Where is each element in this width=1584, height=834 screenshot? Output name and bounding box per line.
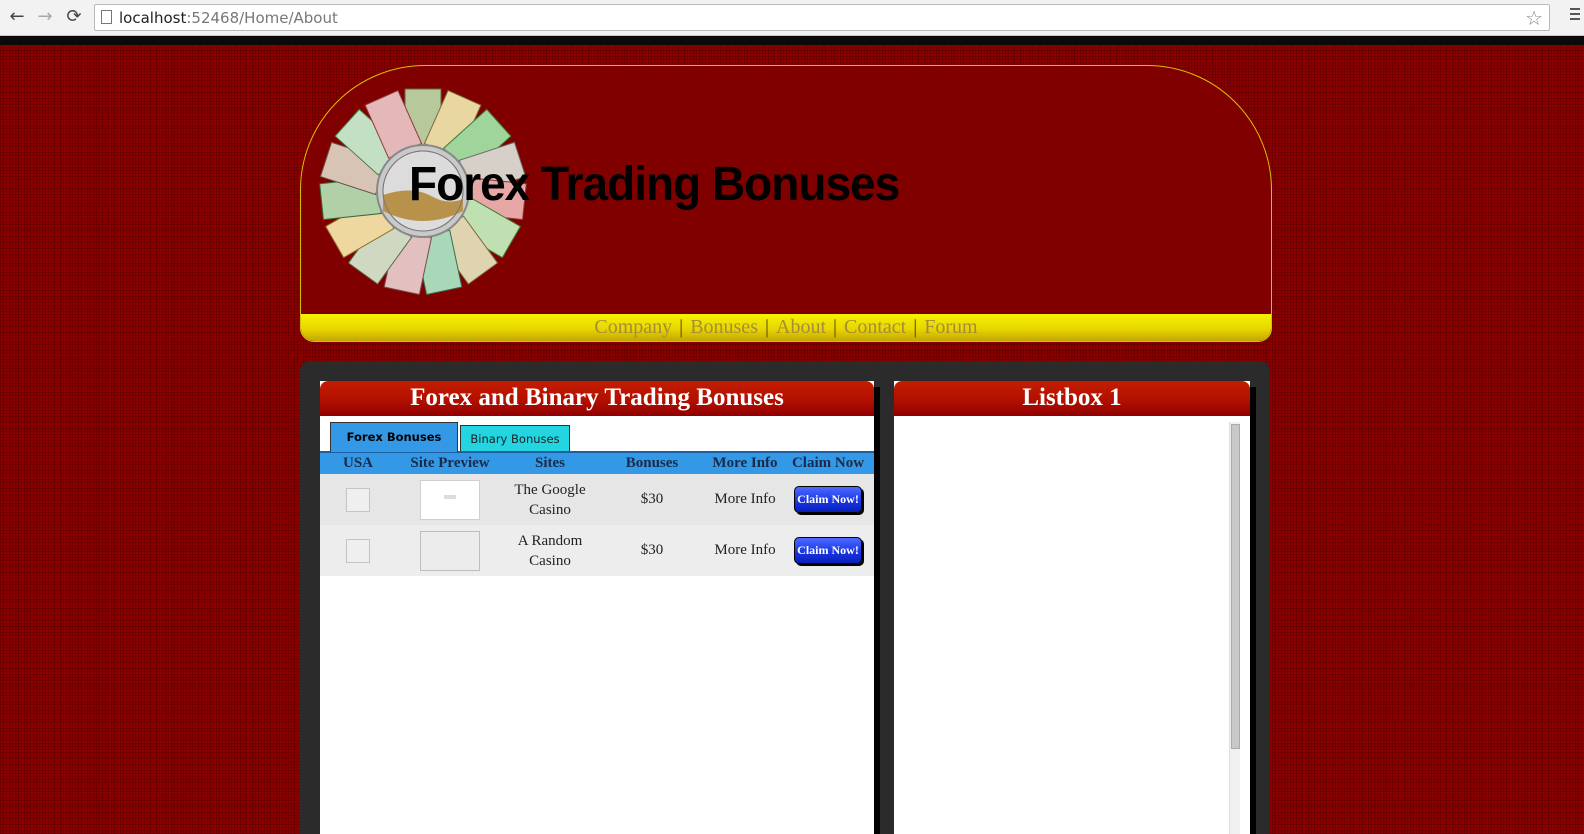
listbox-title: Listbox 1: [894, 381, 1250, 416]
column-header-site-preview: Site Preview: [396, 451, 504, 474]
site-title: Forex Trading Bonuses: [409, 155, 900, 211]
table-header-row: USA Site Preview Sites Bonuses More Info…: [320, 451, 874, 474]
url-path: :52468/Home/About: [186, 9, 338, 27]
usa-cell: [320, 474, 396, 525]
address-bar[interactable]: localhost:52468/Home/About ☆: [94, 4, 1550, 31]
site-preview-image[interactable]: [420, 479, 480, 520]
page-icon: [101, 10, 112, 24]
claim-cell: Claim Now!: [782, 474, 874, 525]
usa-cell: [320, 525, 396, 576]
more-info-link[interactable]: More Info: [708, 525, 782, 576]
usa-checkbox[interactable]: [346, 487, 370, 512]
site-name-line1: A Random: [517, 532, 583, 549]
column-header-sites: Sites: [504, 451, 596, 474]
more-info-link[interactable]: More Info: [708, 474, 782, 525]
usa-checkbox[interactable]: [346, 538, 370, 563]
claim-cell: Claim Now!: [782, 525, 874, 576]
back-arrow-icon[interactable]: ←: [6, 6, 28, 28]
nav-bonuses[interactable]: Bonuses: [683, 316, 765, 338]
claim-now-button[interactable]: Claim Now!: [794, 537, 862, 564]
forward-arrow-icon[interactable]: →: [34, 6, 56, 28]
url-host: localhost: [119, 9, 187, 27]
browser-toolbar: ← → ⟳ localhost:52468/Home/About ☆: [0, 0, 1584, 36]
reload-icon[interactable]: ⟳: [63, 6, 85, 28]
bonus-value: $30: [596, 474, 708, 525]
tab-forex-bonuses[interactable]: Forex Bonuses: [330, 422, 458, 452]
table-row: The Google Casino $30 More Info Claim Now…: [320, 474, 874, 525]
nav-forum[interactable]: Forum: [917, 316, 984, 338]
bonuses-box-title: Forex and Binary Trading Bonuses: [320, 381, 874, 416]
column-header-more-info: More Info: [708, 451, 782, 474]
nav-about[interactable]: About: [769, 316, 833, 338]
table-row: A Random Casino $30 More Info Claim Now!: [320, 525, 874, 576]
bonuses-box: Forex and Binary Trading Bonuses Forex B…: [320, 381, 874, 834]
site-name-line2: Casino: [529, 501, 571, 518]
bonus-table: USA Site Preview Sites Bonuses More Info…: [320, 451, 874, 576]
url-text: localhost:52468/Home/About: [119, 9, 338, 27]
site-preview-image[interactable]: [420, 530, 480, 571]
browser-divider: [0, 36, 1584, 45]
nav-contact[interactable]: Contact: [837, 316, 913, 338]
preview-cell: [396, 474, 504, 525]
preview-cell: [396, 525, 504, 576]
nav-company[interactable]: Company: [587, 316, 679, 338]
bookmark-star-icon[interactable]: ☆: [1525, 6, 1543, 30]
tab-binary-bonuses[interactable]: Binary Bonuses: [460, 425, 570, 451]
claim-now-button[interactable]: Claim Now!: [794, 486, 862, 513]
column-header-bonuses: Bonuses: [596, 451, 708, 474]
listbox-scrollbar[interactable]: [1229, 422, 1240, 834]
site-header: Forex Trading Bonuses Company | Bonuses | Ab…: [300, 65, 1272, 342]
browser-menu-icon[interactable]: [1570, 8, 1580, 22]
site-name-line1: The Google: [514, 481, 586, 498]
main-content-panel: Forex and Binary Trading Bonuses Forex B…: [300, 361, 1270, 834]
site-name-line2: Casino: [529, 552, 571, 569]
main-nav: Company | Bonuses | About | Contact | Forum: [301, 314, 1271, 341]
listbox-box: Listbox 1: [894, 381, 1250, 834]
bonus-tabs: Forex Bonuses Binary Bonuses: [320, 416, 874, 452]
scrollbar-thumb[interactable]: [1231, 424, 1240, 749]
column-header-claim-now: Claim Now: [782, 451, 874, 474]
column-header-usa: USA: [320, 451, 396, 474]
bonus-value: $30: [596, 525, 708, 576]
site-cell: The Google Casino: [504, 474, 596, 525]
listbox[interactable]: [894, 416, 1250, 834]
site-cell: A Random Casino: [504, 525, 596, 576]
